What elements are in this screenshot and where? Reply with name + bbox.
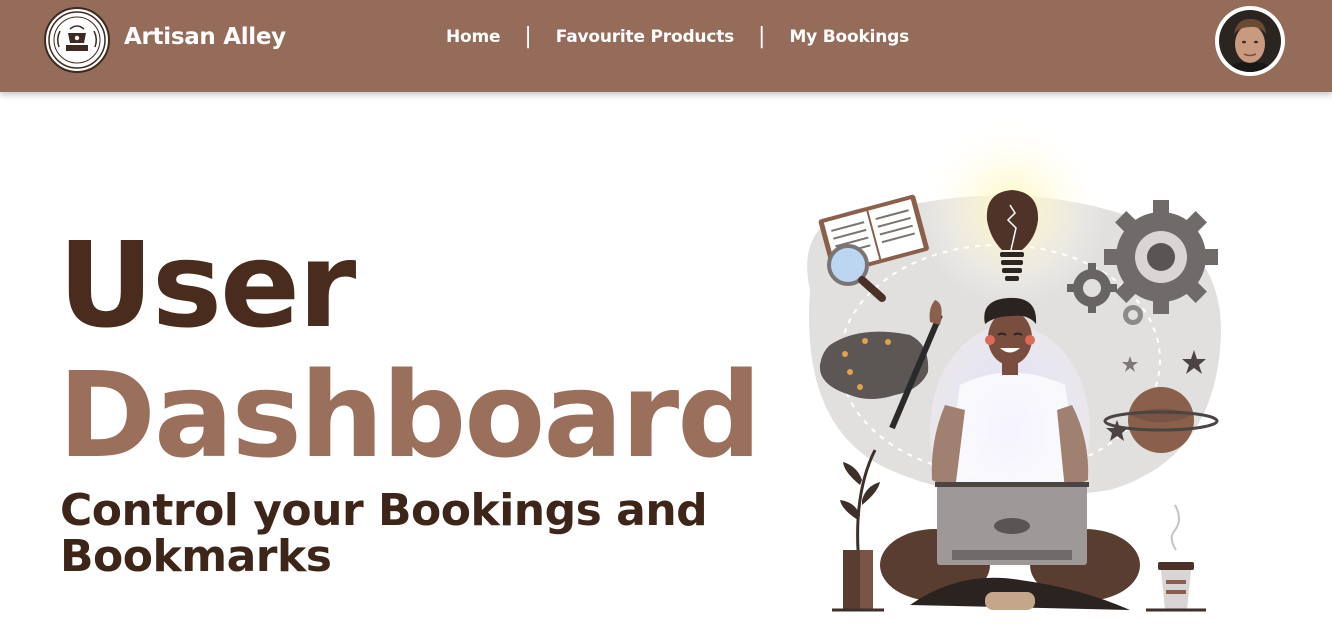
brand-name[interactable]: Artisan Alley [124, 24, 286, 50]
hero-title-dashboard: Dashboard [58, 346, 762, 484]
nav-separator: | [524, 24, 532, 49]
user-avatar[interactable] [1215, 6, 1285, 76]
main-nav: Home | Favourite Products | My Bookings [446, 24, 909, 49]
hero-subtitle: Control your Bookings and Bookmarks [60, 485, 708, 582]
nav-my-bookings-link[interactable]: My Bookings [789, 27, 909, 47]
nav-favourite-products-link[interactable]: Favourite Products [556, 27, 734, 47]
hero-title-user: User [58, 216, 356, 354]
nav-home-link[interactable]: Home [446, 27, 501, 47]
top-navbar: Artisan Alley Home | Favourite Products … [0, 0, 1332, 92]
nav-separator: | [758, 24, 766, 49]
creative-person-illustration-icon [780, 110, 1240, 625]
brand-logo-icon[interactable] [44, 7, 110, 73]
